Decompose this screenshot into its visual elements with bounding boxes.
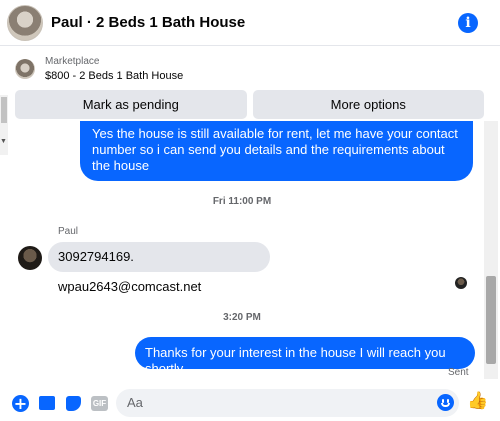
avatar[interactable] xyxy=(7,4,43,41)
photo-icon[interactable] xyxy=(39,396,55,410)
message-list: Yes the house is still available for ren… xyxy=(0,121,500,379)
mark-pending-button[interactable]: Mark as pending xyxy=(15,90,247,119)
scrollbar-thumb[interactable] xyxy=(486,276,496,364)
timestamp: 3:20 PM xyxy=(223,312,261,323)
sticker-icon[interactable] xyxy=(66,396,81,411)
gif-icon[interactable]: GIF xyxy=(91,396,108,411)
incoming-message[interactable]: 3092794169. wpau2643@comcast.net xyxy=(48,242,270,294)
more-options-button[interactable]: More options xyxy=(252,90,484,119)
left-scroll-thumb[interactable] xyxy=(1,97,7,123)
marketplace-label: Marketplace xyxy=(45,55,100,67)
outgoing-message[interactable]: Thanks for your interest in the house I … xyxy=(135,337,475,376)
chat-header: Paul · 2 Beds 1 Bath House i xyxy=(0,0,500,46)
message-input[interactable]: Aa xyxy=(116,389,459,417)
outgoing-message[interactable]: Yes the house is still available for ren… xyxy=(80,121,473,181)
marketplace-listing[interactable]: Marketplace $800 - 2 Beds 1 Bath House xyxy=(8,50,488,88)
plus-icon[interactable]: + xyxy=(12,395,29,412)
listing-title: $800 - 2 Beds 1 Bath House xyxy=(45,69,184,82)
message-status: Sent xyxy=(448,367,469,378)
sender-avatar[interactable] xyxy=(18,246,42,270)
sender-name: Paul xyxy=(58,226,79,237)
read-receipt-avatar xyxy=(455,277,467,289)
listing-thumbnail xyxy=(15,59,35,79)
emoji-icon[interactable] xyxy=(437,394,454,411)
emoji-mouth xyxy=(441,403,450,407)
like-icon[interactable]: 👍 xyxy=(467,391,488,411)
chat-title[interactable]: Paul · 2 Beds 1 Bath House xyxy=(51,14,245,31)
info-icon[interactable]: i xyxy=(458,13,478,33)
timestamp: Fri 11:00 PM xyxy=(212,196,272,207)
listing-actions: Mark as pending More options xyxy=(15,90,484,119)
